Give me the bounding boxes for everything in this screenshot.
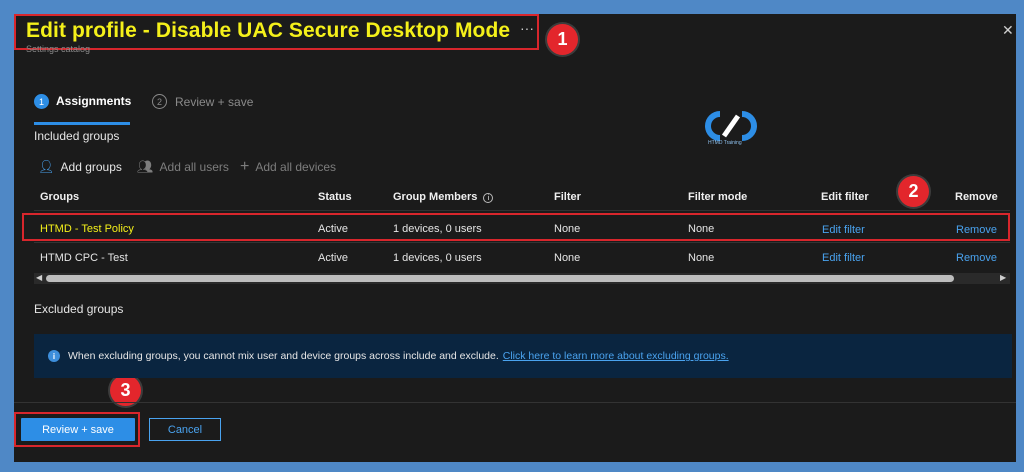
info-icon[interactable]: i (483, 193, 494, 203)
page-subtitle: Settings catalog (26, 44, 91, 54)
scrollbar-thumb[interactable] (46, 275, 954, 282)
filter-value: None (554, 252, 581, 264)
add-groups-label: Add groups (60, 160, 122, 174)
add-all-devices-label: Add all devices (255, 160, 337, 174)
active-step-underline (34, 122, 130, 125)
column-header-groups[interactable]: Groups (40, 191, 79, 203)
step-2-number[interactable]: 2 (152, 94, 167, 109)
learn-more-link[interactable]: Click here to learn more about excluding… (503, 350, 729, 362)
logo-caption: HTMD Training (708, 140, 742, 146)
add-all-devices-button[interactable]: + Add all devices (240, 158, 336, 176)
members-value: 1 devices, 0 users (393, 252, 482, 264)
scroll-left-icon[interactable]: ◀ (36, 273, 42, 282)
review-save-button[interactable]: Review + save (21, 418, 135, 441)
column-header-group-members[interactable]: Group Members i (393, 191, 494, 203)
column-header-filter-mode[interactable]: Filter mode (688, 191, 747, 203)
header-divider (34, 210, 1010, 211)
page-title: Edit profile - Disable UAC Secure Deskto… (26, 19, 511, 42)
info-icon: i (48, 350, 60, 362)
column-header-edit-filter[interactable]: Edit filter (821, 191, 869, 203)
row-highlight-box (22, 213, 1010, 241)
tab-assignments[interactable]: Assignments (56, 94, 131, 108)
add-all-users-button[interactable]: 👥︎ Add all users (137, 159, 229, 175)
group-name: HTMD CPC - Test (40, 252, 128, 264)
add-groups-button[interactable]: 👤︎ Add groups (38, 159, 122, 175)
group-members-label: Group Members (393, 191, 478, 203)
edit-profile-panel: Edit profile - Disable UAC Secure Deskto… (14, 14, 1016, 462)
callout-badge-2: 2 (898, 176, 929, 207)
remove-link[interactable]: Remove (956, 252, 997, 264)
excluded-groups-heading: Excluded groups (34, 302, 124, 316)
filter-mode-value: None (688, 252, 715, 264)
more-options-icon[interactable]: ··· (520, 20, 534, 36)
plus-icon: + (240, 158, 250, 175)
edit-filter-link[interactable]: Edit filter (822, 252, 865, 264)
tab-review-save[interactable]: Review + save (175, 95, 253, 109)
column-header-status[interactable]: Status (318, 191, 352, 203)
users-icon: 👥︎ (137, 159, 154, 174)
column-header-filter[interactable]: Filter (554, 191, 581, 203)
footer-divider (14, 402, 1016, 403)
status-value: Active (318, 252, 348, 264)
step-1-number[interactable]: 1 (34, 94, 49, 109)
callout-badge-1: 1 (547, 24, 578, 55)
close-icon[interactable]: ✕ (1002, 22, 1014, 39)
row-divider (34, 242, 1010, 243)
cancel-button[interactable]: Cancel (149, 418, 221, 441)
included-groups-heading: Included groups (34, 129, 120, 143)
scroll-right-icon[interactable]: ▶ (1000, 273, 1006, 282)
add-all-users-label: Add all users (159, 160, 229, 174)
add-person-icon: 👤︎ (38, 159, 55, 174)
column-header-remove[interactable]: Remove (955, 191, 998, 203)
info-message: When excluding groups, you cannot mix us… (68, 350, 499, 362)
exclusion-info-bar: i When excluding groups, you cannot mix … (34, 334, 1012, 378)
